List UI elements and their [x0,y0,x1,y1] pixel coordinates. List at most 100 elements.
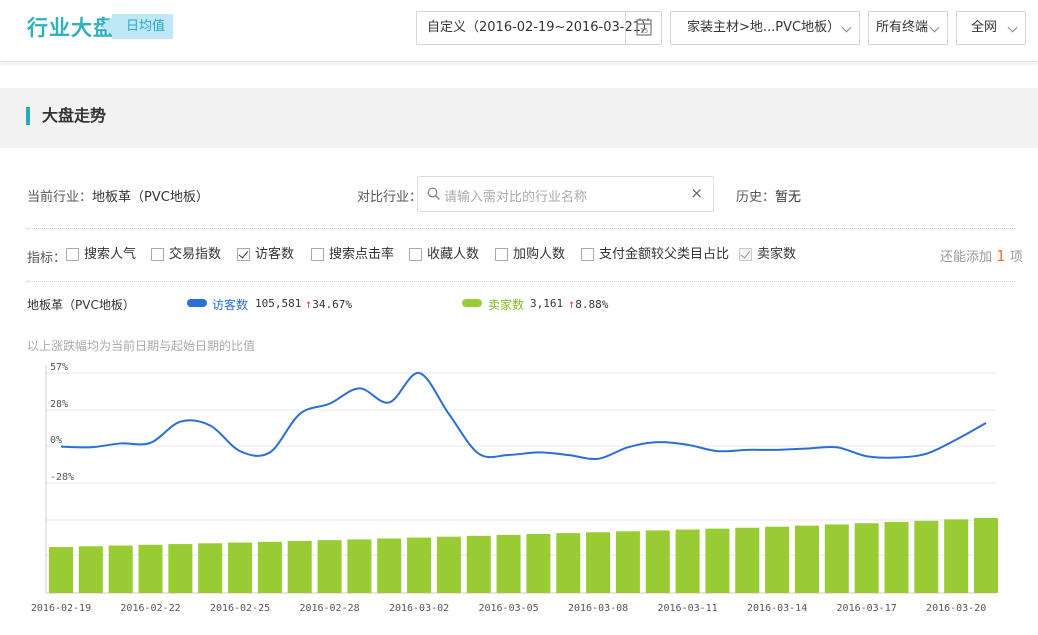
chevron-down-icon [929,22,940,33]
x-tick-label: 2016-03-17 [837,603,897,614]
seller-bar [884,522,909,593]
metric-label: 加购人数 [513,247,566,262]
seller-bar [198,543,223,593]
compare-industry-label: 对比行业： [357,190,423,205]
compare-industry-search[interactable]: 请输入需对比的行业名称 × [417,176,714,212]
seller-bar [257,541,282,593]
history: 历史：暂无 [736,186,801,205]
seller-bar [168,544,193,593]
seller-bar [108,545,133,593]
checkbox-checked[interactable] [237,248,250,261]
search-input[interactable]: 请输入需对比的行业名称 [444,186,587,205]
visitors-legend-swatch [187,299,207,307]
x-tick-label: 2016-02-25 [210,603,270,614]
y-tick-label: -28% [50,472,74,483]
seller-bar [496,534,521,593]
sellers-legend-change: ↑8.88% [568,297,608,311]
x-tick-label: 2016-02-19 [31,603,91,614]
metric-visitors[interactable]: 访客数 [237,247,294,263]
metric-label: 收藏人数 [427,247,480,262]
chevron-down-icon [1007,22,1018,33]
seller-bar [705,528,730,593]
seller-bar [944,519,969,593]
calendar-icon[interactable]: 15 [625,12,661,44]
legend-industry: 地板革（PVC地板） [27,298,135,312]
remaining-number: 1 [996,247,1006,265]
metric-label: 搜索人气 [84,247,137,262]
current-industry: 当前行业：地板革（PVC地板） [27,186,209,205]
visitors-change-text: 34.67% [312,298,352,311]
x-tick-label: 2016-03-20 [926,603,986,614]
seller-bar [854,523,879,593]
trend-chart: 57% 28% 0% -28% 2016-02-19 2016-02-22 2016-02-… [31,362,998,614]
seller-bar [317,540,342,593]
x-tick-label: 2016-02-28 [299,603,359,614]
seller-bar [914,520,939,593]
x-tick-label: 2016-03-14 [747,603,807,614]
checkbox-checked-disabled[interactable] [739,248,752,261]
seller-bar [615,531,640,593]
history-label: 历史： [736,190,776,205]
metric-trade-index[interactable]: 交易指数 [151,247,221,263]
metrics-label: 指标： [27,251,67,266]
metric-search-popularity[interactable]: 搜索人气 [66,247,136,263]
seller-bar [526,534,551,593]
seller-bar [556,533,581,593]
calendar-day: 15 [640,27,648,35]
history-value: 暂无 [775,190,802,205]
seller-bar [287,540,312,593]
y-tick-label: 0% [50,435,62,446]
y-tick-label: 57% [50,362,68,373]
category-text: 家装主材>地...PVC地板） [687,20,841,35]
sellers-legend-value: 3,161 [530,297,564,310]
metric-search-ctr[interactable]: 搜索点击率 [311,247,394,263]
metric-payment-share[interactable]: 支付金额较父类目占比 [581,247,729,263]
checkbox[interactable] [311,248,324,261]
metric-label: 卖家数 [757,247,797,262]
section-title: 大盘走势 [26,107,106,125]
x-tick-label: 2016-03-08 [568,603,628,614]
seller-bar [228,542,253,593]
seller-bar [377,538,402,593]
seller-bar [824,524,849,593]
current-industry-value: 地板革（PVC地板） [92,190,209,205]
y-tick-label: 28% [50,399,68,410]
current-industry-label: 当前行业： [27,190,93,205]
terminal-select[interactable]: 所有终端 [868,11,948,45]
metric-sellers[interactable]: 卖家数 [739,247,796,263]
network-select[interactable]: 全网 [956,11,1026,45]
visitors-legend-change: ↑34.67% [305,297,352,311]
seller-bar [645,530,670,593]
network-text: 全网 [971,20,998,35]
seller-bar [735,527,760,593]
seller-bar [974,518,998,593]
clear-icon[interactable]: × [690,184,703,202]
category-select[interactable]: 家装主材>地...PVC地板） [670,11,860,45]
checkbox[interactable] [581,248,594,261]
seller-bar [794,525,819,593]
metric-favorites[interactable]: 收藏人数 [409,247,479,263]
sellers-change-text: 8.88% [575,298,609,311]
metric-label: 搜索点击率 [329,247,395,262]
checkbox[interactable] [409,248,422,261]
search-icon [427,187,440,200]
x-tick-label: 2016-03-05 [478,603,538,614]
divider [27,228,1015,229]
date-range-picker[interactable]: 自定义（2016-02-19~2016-03-21） 15 [416,11,662,45]
seller-bar [49,547,73,593]
checkbox[interactable] [151,248,164,261]
change-note: 以上涨跌幅均为当前日期与起始日期的比值 [27,339,256,353]
seller-bar [407,537,432,593]
checkbox[interactable] [495,248,508,261]
metric-add-to-cart[interactable]: 加购人数 [495,247,565,263]
x-tick-label: 2016-03-02 [389,603,449,614]
checkbox[interactable] [66,248,79,261]
visitors-legend-name[interactable]: 访客数 [212,296,248,313]
daily-average-badge: 日均值 [101,14,174,39]
terminal-text: 所有终端 [876,20,929,35]
seller-bar [466,535,491,593]
sellers-legend-name[interactable]: 卖家数 [488,296,524,313]
seller-bar [586,532,611,593]
metric-label: 访客数 [255,247,295,262]
seller-bar [347,539,372,593]
